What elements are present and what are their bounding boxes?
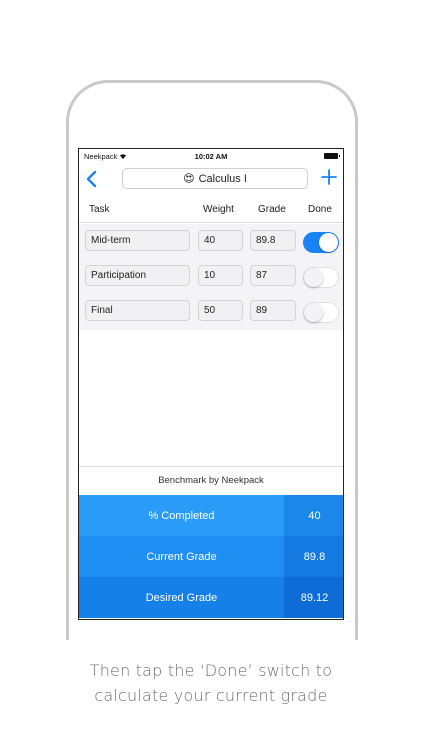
heart-eyes-emoji: 😍 bbox=[183, 173, 195, 185]
done-toggle[interactable] bbox=[303, 267, 339, 288]
stat-row-desired-grade: Desired Grade 89.12 bbox=[79, 577, 343, 618]
task-name-input[interactable]: Participation bbox=[85, 265, 190, 286]
table-header: Task Weight Grade Done bbox=[79, 197, 343, 223]
benchmark-label[interactable]: Benchmark by Neekpack bbox=[79, 466, 343, 495]
task-row: Final 50 89 bbox=[79, 300, 343, 330]
status-bar: Neekpack 10:02 AM bbox=[79, 149, 343, 163]
stat-value: 89.8 bbox=[284, 536, 343, 577]
stat-row-completed: % Completed 40 bbox=[79, 495, 343, 536]
task-name-input[interactable]: Final bbox=[85, 300, 190, 321]
stat-label: Desired Grade bbox=[79, 577, 284, 618]
toggle-knob bbox=[304, 303, 323, 322]
caption-text: Then tap the ‘Done’ switch to calculate … bbox=[0, 658, 422, 708]
column-header-weight: Weight bbox=[203, 204, 234, 215]
task-grade-input[interactable]: 87 bbox=[250, 265, 296, 286]
course-title: Calculus I bbox=[198, 172, 247, 185]
toggle-knob bbox=[319, 233, 338, 252]
app-screen: Neekpack 10:02 AM 😍 Calculus I Task Weig… bbox=[78, 148, 344, 620]
column-header-task: Task bbox=[89, 204, 110, 215]
navigation-bar: 😍 Calculus I bbox=[79, 165, 343, 193]
chevron-left-icon[interactable] bbox=[85, 169, 99, 189]
task-list: Mid-term 40 89.8 Participation 10 87 Fin… bbox=[79, 224, 343, 330]
task-weight-input[interactable]: 50 bbox=[198, 300, 243, 321]
stat-label: % Completed bbox=[79, 495, 284, 536]
task-grade-input[interactable]: 89.8 bbox=[250, 230, 296, 251]
stat-row-current-grade: Current Grade 89.8 bbox=[79, 536, 343, 577]
task-weight-input[interactable]: 10 bbox=[198, 265, 243, 286]
column-header-done: Done bbox=[308, 204, 332, 215]
status-time: 10:02 AM bbox=[194, 152, 228, 161]
plus-icon[interactable] bbox=[321, 168, 337, 186]
stat-value[interactable]: 89.12 bbox=[284, 577, 343, 618]
course-title-field[interactable]: 😍 Calculus I bbox=[122, 168, 308, 189]
task-name-input[interactable]: Mid-term bbox=[85, 230, 190, 251]
stat-label: Current Grade bbox=[79, 536, 284, 577]
battery-icon bbox=[324, 153, 340, 159]
caption-line-2: calculate your current grade bbox=[94, 686, 328, 705]
task-row: Participation 10 87 bbox=[79, 265, 343, 295]
task-row: Mid-term 40 89.8 bbox=[79, 230, 343, 260]
done-toggle[interactable] bbox=[303, 302, 339, 323]
task-weight-input[interactable]: 40 bbox=[198, 230, 243, 251]
grade-summary: % Completed 40 Current Grade 89.8 Desire… bbox=[79, 495, 343, 619]
stat-value: 40 bbox=[284, 495, 343, 536]
column-header-grade: Grade bbox=[258, 204, 286, 215]
task-grade-input[interactable]: 89 bbox=[250, 300, 296, 321]
caption-line-1: Then tap the ‘Done’ switch to bbox=[89, 661, 333, 680]
done-toggle[interactable] bbox=[303, 232, 339, 253]
toggle-knob bbox=[304, 268, 323, 287]
